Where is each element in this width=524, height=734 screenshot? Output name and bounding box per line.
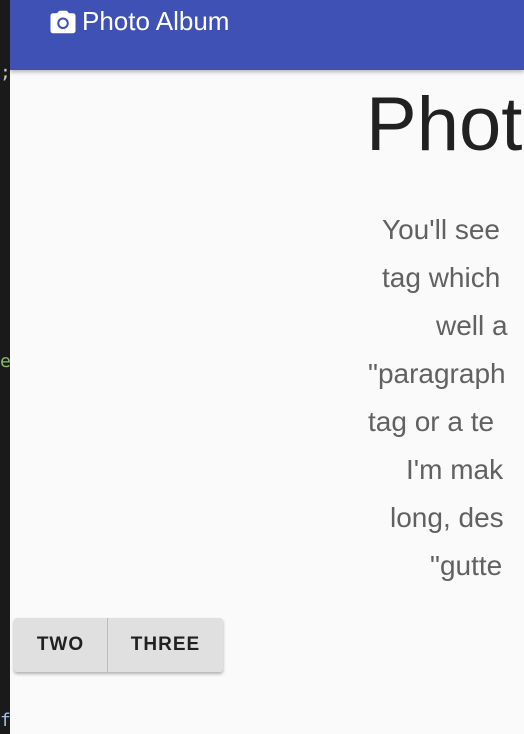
app-window: Photo Album Phot You'll see tag which we… (10, 0, 524, 734)
hero-line: tag or a te (368, 406, 495, 437)
hero-line: tag which (382, 262, 501, 293)
app-brand[interactable]: Photo Album (48, 6, 229, 37)
hero-line: "paragraph (368, 358, 506, 389)
screen: ; e f Photo Album Phot You'll see tag wh… (0, 0, 524, 734)
app-title: Photo Album (82, 6, 230, 36)
button-group: TWO THREE (14, 618, 223, 672)
hero-line: You'll see (382, 214, 500, 245)
hero-line: long, des (390, 502, 504, 533)
hero-title: Phot (366, 82, 523, 167)
main-content: Phot You'll see tag which well a "paragr… (10, 70, 524, 734)
two-button[interactable]: TWO (14, 618, 107, 672)
hero-line: "gutte (430, 550, 503, 581)
camera-icon (50, 10, 76, 33)
three-button[interactable]: THREE (107, 618, 223, 672)
hero-line: I'm mak (406, 454, 504, 485)
editor-strip: ; e f (0, 0, 11, 734)
app-bar: Photo Album (10, 0, 524, 70)
hero-line: well a (436, 310, 508, 341)
